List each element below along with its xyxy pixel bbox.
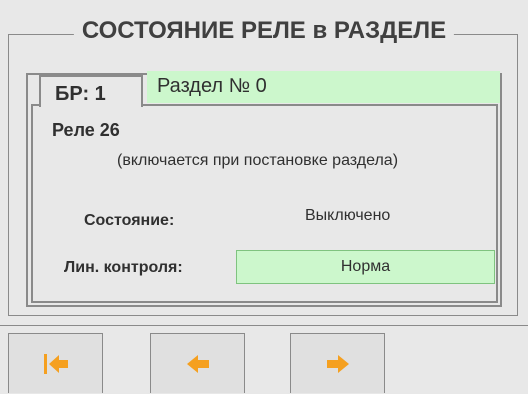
next-button[interactable] xyxy=(290,333,385,393)
br-tab: БР: 1 xyxy=(39,75,143,107)
first-button[interactable] xyxy=(8,333,103,393)
state-value: Выключено xyxy=(305,207,391,224)
relay-title: Реле 26 xyxy=(52,120,120,140)
relay-description: (включается при постановке раздела) xyxy=(117,152,399,169)
line-control-label: Лин. контроля: xyxy=(64,259,183,276)
section-name-field[interactable]: Раздел № 0 xyxy=(147,71,500,103)
line-control-value: Норма xyxy=(236,250,495,284)
left-arrow-icon xyxy=(186,354,209,373)
first-arrow-icon xyxy=(43,353,68,374)
page-title: СОСТОЯНИЕ РЕЛЕ в РАЗДЕЛЕ xyxy=(73,16,455,46)
previous-button[interactable] xyxy=(150,333,245,393)
state-label: Состояние: xyxy=(84,212,175,229)
right-arrow-icon xyxy=(326,354,349,373)
